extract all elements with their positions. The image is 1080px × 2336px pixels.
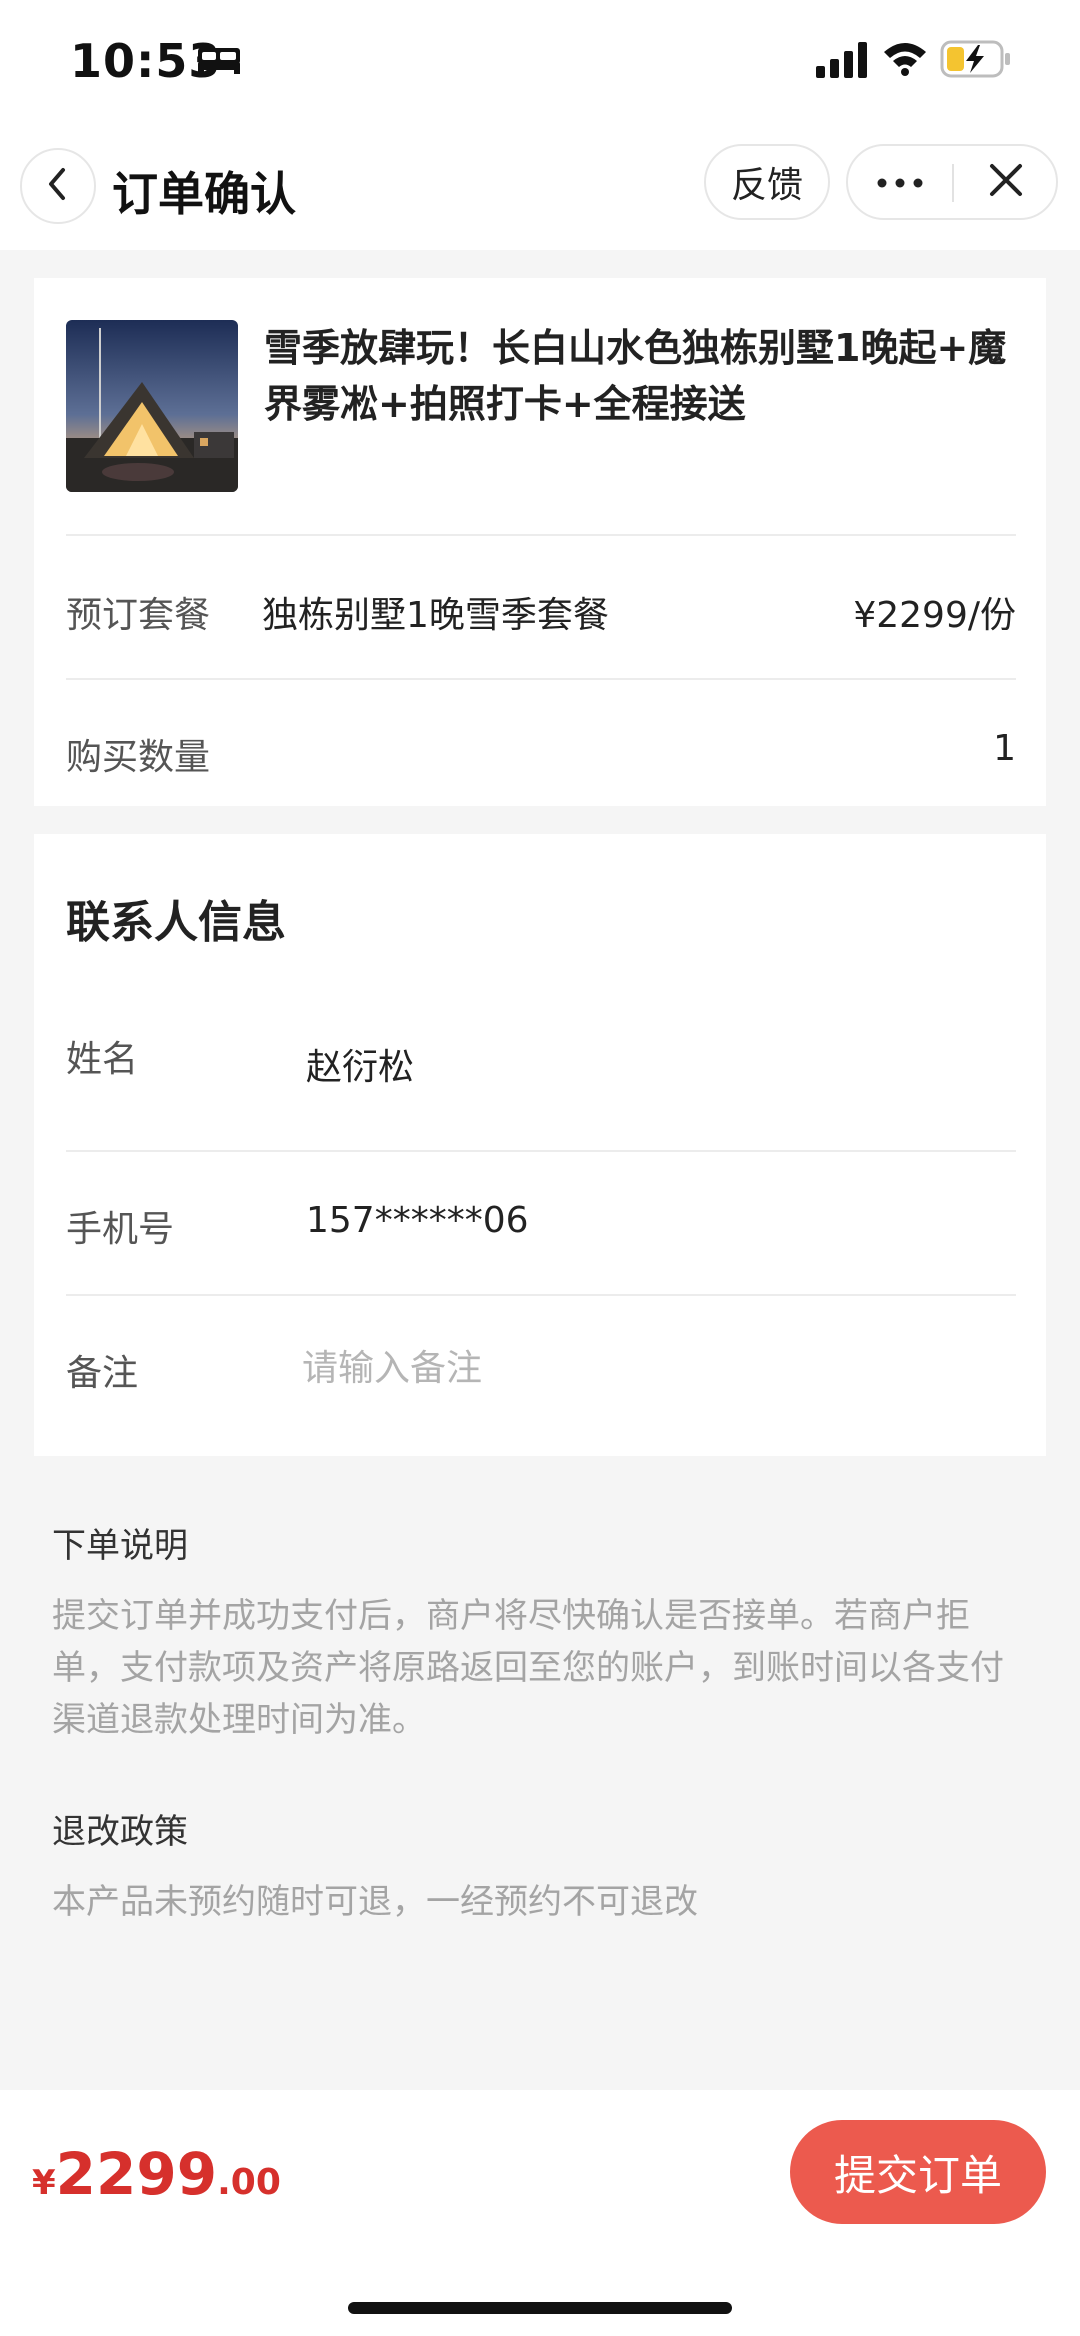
- order-note-heading: 下单说明: [52, 1526, 188, 1566]
- remark-label: 备注: [66, 1353, 139, 1394]
- name-row[interactable]: 姓名 赵衍松: [66, 984, 1016, 1128]
- price-currency: ¥: [32, 2163, 56, 2203]
- package-price: ¥2299/份: [853, 595, 1016, 636]
- submit-order-button[interactable]: 提交订单: [790, 2120, 1046, 2224]
- phone-field[interactable]: 157******06: [306, 1200, 529, 1241]
- more-icon: [877, 173, 923, 192]
- bed-icon: [196, 44, 242, 80]
- quantity-value: 1: [993, 728, 1016, 769]
- package-row[interactable]: 预订套餐 独栋别墅1晚雪季套餐 ¥2299/份: [66, 534, 1016, 678]
- name-label: 姓名: [66, 1039, 139, 1080]
- close-button[interactable]: [954, 146, 1058, 218]
- back-button[interactable]: [20, 148, 96, 224]
- product-image: [66, 320, 238, 492]
- price-decimal: .00: [217, 2162, 281, 2203]
- mini-program-capsule: [846, 144, 1058, 220]
- signal-icon: [816, 42, 868, 82]
- quantity-row: 购买数量 1: [66, 678, 1016, 806]
- package-label: 预订套餐: [66, 595, 211, 636]
- price-integer: 2299: [55, 2140, 218, 2208]
- remark-input[interactable]: [302, 1338, 1002, 1398]
- quantity-label: 购买数量: [66, 737, 211, 778]
- refund-policy-text: 本产品未预约随时可退，一经预约不可退改: [52, 1882, 698, 1922]
- name-field[interactable]: 赵衍松: [306, 1038, 414, 1090]
- contact-card: 联系人信息 姓名 赵衍松 手机号 157******06 备注: [34, 834, 1046, 1456]
- wifi-icon: [882, 40, 928, 80]
- battery-charging-icon: [940, 40, 1012, 82]
- feedback-button[interactable]: 反馈: [704, 144, 830, 220]
- product-card: 雪季放肆玩！长白山水色独栋别墅1晚起+魔界雾凇+拍照打卡+全程接送 预订套餐 独…: [34, 278, 1046, 806]
- chevron-left-icon: [43, 166, 73, 206]
- refund-policy-heading: 退改政策: [52, 1812, 188, 1852]
- contact-section-title: 联系人信息: [66, 897, 286, 948]
- more-button[interactable]: [848, 146, 952, 218]
- order-note-text: 提交订单并成功支付后，商户将尽快确认是否接单。若商户拒单，支付款项及资产将原路返…: [52, 1596, 1004, 1740]
- phone-label: 手机号: [66, 1209, 175, 1250]
- nav-bar: 订单确认 反馈: [0, 120, 1080, 250]
- bottom-bar: ¥2299.00 提交订单: [0, 2090, 1080, 2336]
- total-price: ¥2299.00: [32, 2140, 281, 2208]
- page-title: 订单确认: [112, 167, 296, 221]
- phone-row[interactable]: 手机号 157******06: [66, 1150, 1016, 1294]
- package-value: 独栋别墅1晚雪季套餐: [262, 595, 609, 636]
- product-title: 雪季放肆玩！长白山水色独栋别墅1晚起+魔界雾凇+拍照打卡+全程接送: [264, 326, 1007, 426]
- close-icon: [989, 163, 1023, 201]
- home-indicator: [348, 2302, 732, 2314]
- status-bar: 10:53: [0, 0, 1080, 120]
- remark-row[interactable]: 备注: [66, 1294, 1016, 1456]
